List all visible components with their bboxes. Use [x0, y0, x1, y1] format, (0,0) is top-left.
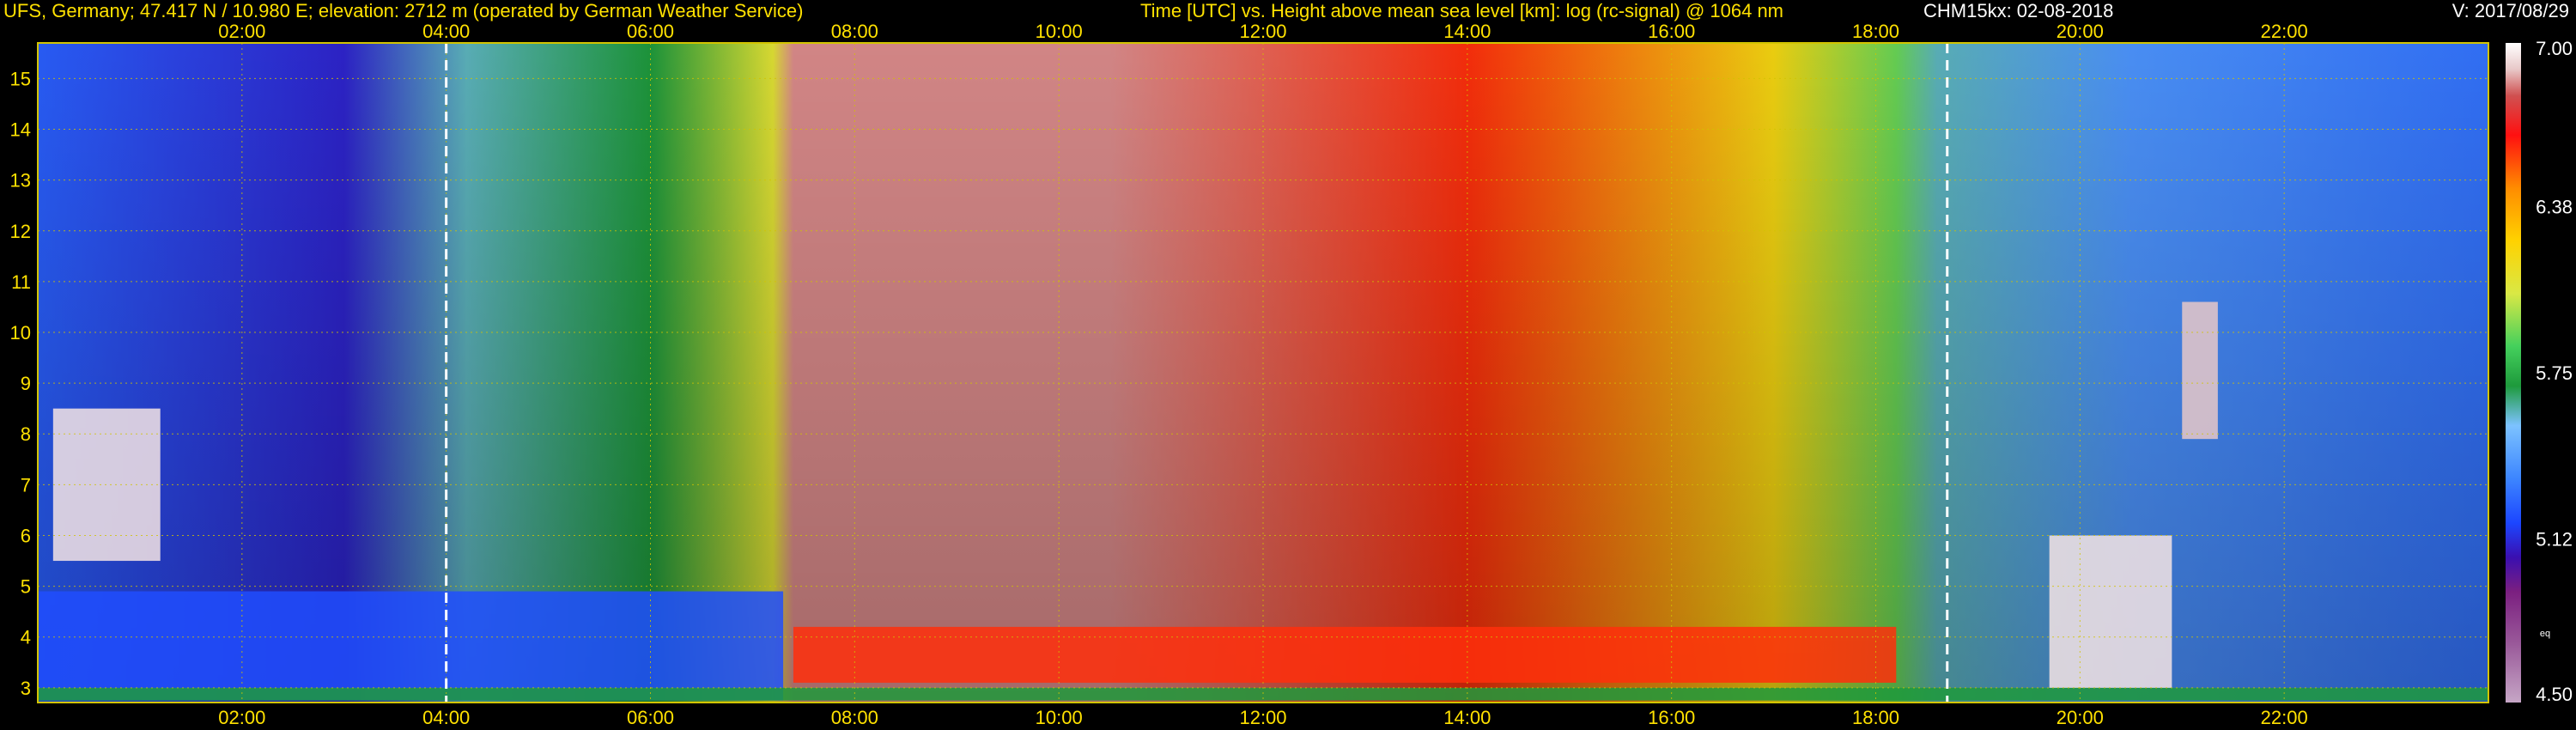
x-tick-label-bottom: 22:00 [2261, 707, 2308, 728]
x-tick-label-top: 20:00 [2057, 21, 2104, 42]
y-tick-label: 5 [21, 576, 31, 598]
colorbar: 7.00 6.38 5.75 5.12 4.50 eq [2506, 38, 2573, 705]
colorbar-label: 5.75 [2536, 362, 2573, 384]
feature-cirrus [2182, 301, 2218, 440]
y-tick-label: 13 [10, 170, 31, 192]
colorbar-scale [2506, 43, 2521, 703]
x-tick-label-top: 10:00 [1036, 21, 1083, 42]
y-tick-label: 12 [10, 221, 31, 242]
colorbar-small-label: eq [2540, 629, 2550, 639]
x-tick-label-top: 14:00 [1443, 21, 1491, 42]
y-tick-label: 11 [11, 271, 31, 293]
colorbar-label: 7.00 [2536, 38, 2573, 59]
x-tick-label-top: 18:00 [1852, 21, 1899, 42]
x-tick-label-top: 08:00 [831, 21, 878, 42]
x-tick-label-top: 06:00 [627, 21, 674, 42]
colorbar-label: 4.50 [2536, 684, 2573, 705]
x-tick-label-bottom: 12:00 [1239, 707, 1286, 728]
y-tick-label: 8 [21, 423, 31, 445]
feature-cloud [2049, 535, 2172, 688]
y-tick-label: 9 [21, 373, 31, 394]
x-tick-label-bottom: 10:00 [1036, 707, 1083, 728]
feature-convective-layer [793, 626, 1897, 683]
x-tick-label-bottom: 20:00 [2057, 707, 2104, 728]
y-tick-label: 15 [10, 68, 31, 89]
x-tick-label-bottom: 16:00 [1648, 707, 1695, 728]
x-tick-label-bottom: 08:00 [831, 707, 878, 728]
x-tick-label-bottom: 02:00 [218, 707, 265, 728]
x-tick-label-top: 12:00 [1239, 21, 1286, 42]
y-tick-label: 14 [10, 119, 31, 141]
colorbar-label: 5.12 [2536, 529, 2573, 551]
feature-boundary-layer-aerosol [38, 591, 784, 701]
y-tick-label: 3 [21, 678, 31, 699]
x-tick-label-top: 02:00 [218, 21, 265, 42]
x-tick-label-bottom: 14:00 [1443, 707, 1491, 728]
x-tick-label-bottom: 18:00 [1852, 707, 1899, 728]
x-tick-label-top: 16:00 [1648, 21, 1695, 42]
x-tick-label-top: 04:00 [422, 21, 470, 42]
x-tick-label-bottom: 06:00 [627, 707, 674, 728]
x-tick-label-bottom: 04:00 [422, 707, 470, 728]
colorbar-label: 6.38 [2536, 196, 2573, 217]
y-tick-label: 7 [21, 474, 31, 496]
y-tick-label: 6 [21, 525, 31, 546]
y-tick-label: 4 [21, 627, 31, 648]
y-tick-label: 10 [10, 322, 31, 344]
x-tick-label-top: 22:00 [2261, 21, 2308, 42]
ceilometer-chart: 02:00 02:00 04:00 04:00 06:00 06:00 08:00 08:00… [10, 21, 2573, 728]
